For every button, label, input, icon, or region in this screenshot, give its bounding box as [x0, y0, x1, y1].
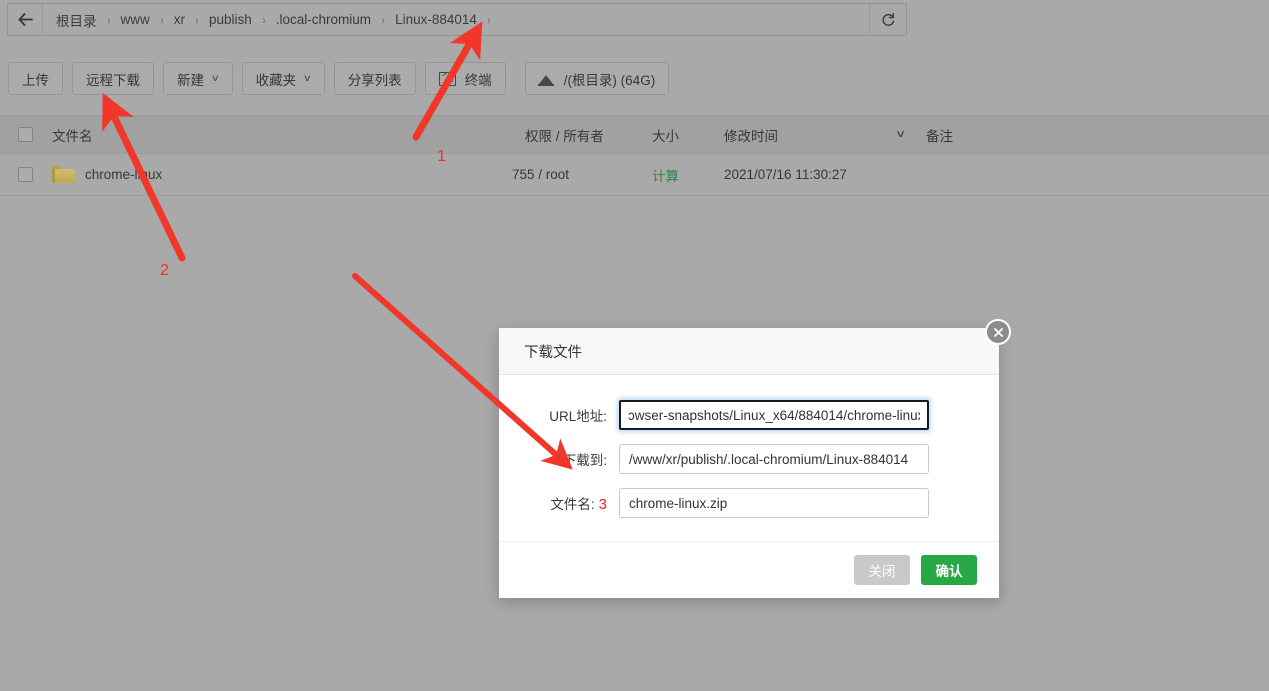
close-icon: [993, 327, 1003, 337]
download-file-dialog: 下载文件 URL地址: 下载到: 文件名:3 关闭 确认: [499, 328, 999, 598]
dialog-footer: 关闭 确认: [499, 541, 999, 598]
dialog-close-button[interactable]: [985, 319, 1011, 345]
filename-field-label-text: 文件名:: [550, 497, 595, 512]
url-field-label: URL地址:: [549, 409, 607, 424]
confirm-button[interactable]: 确认: [921, 555, 977, 585]
annotation-number-3: 3: [598, 496, 607, 513]
filename-input[interactable]: [619, 488, 929, 518]
filename-field-row: 文件名: 3: [499, 488, 999, 518]
destination-input[interactable]: [619, 444, 929, 474]
dialog-header: 下载文件: [499, 328, 999, 375]
close-button[interactable]: 关闭: [854, 555, 910, 585]
destination-field-row: 下载到:: [499, 444, 999, 474]
destination-field-label: 下载到:: [562, 453, 607, 468]
url-input[interactable]: [619, 400, 929, 430]
filename-field-label: 文件名: 3: [499, 493, 619, 513]
url-field-row: URL地址:: [499, 400, 999, 430]
dialog-body: URL地址: 下载到: 文件名:3: [499, 375, 999, 518]
dialog-title: 下载文件: [524, 344, 582, 361]
